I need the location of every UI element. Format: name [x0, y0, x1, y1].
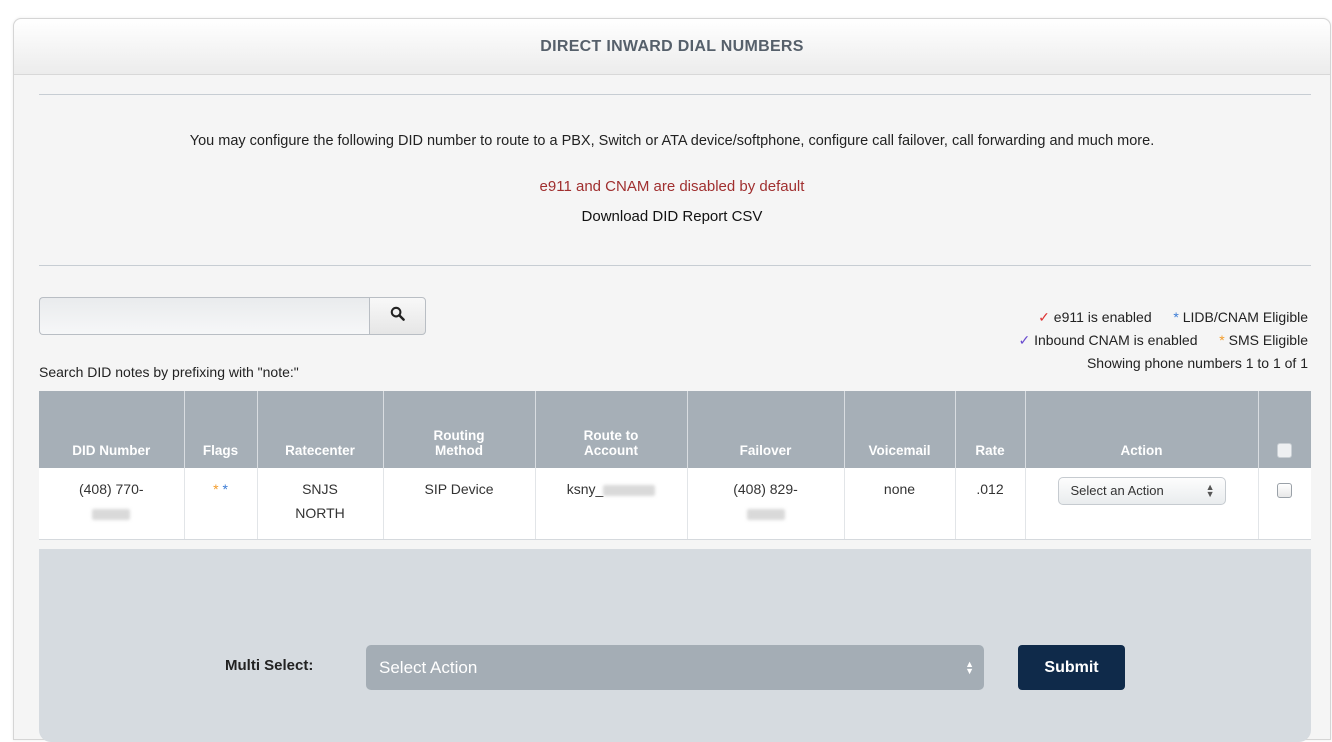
divider [39, 265, 1311, 266]
ratecenter-line-2: NORTH [295, 505, 345, 521]
col-flags[interactable]: Flags [183, 391, 257, 468]
showing-count: Showing phone numbers 1 to 1 of 1 [1086, 355, 1308, 371]
legend-e911: e911 is enabled [1053, 309, 1152, 325]
row-action-select[interactable]: Select an Action ▲ ▼ [1057, 477, 1226, 505]
failover-cell: (408) 829- [686, 468, 844, 540]
did-panel: DIRECT INWARD DIAL NUMBERS You may confi… [13, 18, 1331, 742]
route-account-cell: ksny_ [534, 468, 687, 540]
intro-text: You may configure the following DID numb… [189, 133, 1155, 149]
redacted-text [603, 484, 656, 496]
select-arrows-icon: ▲ ▼ [1205, 482, 1215, 499]
failover-number: (408) 829- [733, 481, 798, 497]
action-cell: Select an Action ▲ ▼ [1024, 468, 1258, 540]
sms-eligible-star-icon: * [213, 481, 219, 497]
col-select-all [1257, 391, 1311, 468]
lidb-eligible-star-icon: * [222, 481, 228, 497]
account-name: ksny_ [566, 481, 604, 497]
voicemail-cell: none [843, 468, 955, 540]
legend: ✓ e911 is enabled * LIDB/CNAM Eligible ✓… [1018, 306, 1308, 375]
submit-button[interactable]: Submit [1018, 645, 1125, 690]
legend-lidb: LIDB/CNAM Eligible [1182, 309, 1308, 325]
col-voicemail[interactable]: Voicemail [843, 391, 955, 468]
redacted-text [746, 508, 785, 520]
select-arrows-icon: ▲ ▼ [965, 658, 974, 676]
select-all-checkbox[interactable] [1277, 443, 1293, 458]
ratecenter-cell: SNJS NORTH [256, 468, 383, 540]
col-routing-label-1: Routing [433, 428, 485, 443]
red-check-icon: ✓ [1038, 309, 1050, 325]
purple-check-icon: ✓ [1018, 332, 1031, 348]
multi-select-label: Multi Select: [225, 657, 314, 674]
rate-cell: .012 [954, 468, 1025, 540]
did-table: DID Number Flags Ratecenter Routing Meth… [39, 391, 1311, 540]
table-row: (408) 770- * * SNJS NORTH SIP Device ksn… [39, 468, 1311, 540]
row-action-value: Select an Action [1070, 483, 1164, 498]
col-did-number[interactable]: DID Number [39, 391, 184, 468]
flags-cell: * * [183, 468, 257, 540]
search-input[interactable] [39, 297, 369, 335]
page-title: DIRECT INWARD DIAL NUMBERS [540, 37, 804, 55]
table-header-row: DID Number Flags Ratecenter Routing Meth… [39, 391, 1311, 468]
col-action: Action [1024, 391, 1258, 468]
col-route-label-2: Account [584, 443, 638, 458]
ratecenter-line-1: SNJS [302, 481, 338, 497]
panel-header: DIRECT INWARD DIAL NUMBERS [14, 19, 1330, 75]
download-csv-link[interactable]: Download DID Report CSV [14, 208, 1330, 225]
blue-star-icon: * [1173, 309, 1179, 325]
multi-select-dropdown[interactable]: Select Action ▲ ▼ [366, 645, 984, 690]
row-checkbox[interactable] [1277, 482, 1293, 498]
did-number-cell[interactable]: (408) 770- [39, 468, 184, 540]
row-checkbox-cell [1257, 468, 1311, 540]
col-rate[interactable]: Rate [954, 391, 1025, 468]
search-button[interactable] [369, 297, 426, 335]
multi-select-bar: Multi Select: Select Action ▲ ▼ Submit [39, 549, 1311, 742]
col-routing-label-2: Method [435, 443, 483, 458]
col-ratecenter[interactable]: Ratecenter [256, 391, 383, 468]
legend-inbound-cnam: Inbound CNAM is enabled [1034, 332, 1198, 348]
search-icon [390, 306, 405, 326]
multi-select-value: Select Action [379, 657, 478, 677]
routing-method-cell: SIP Device [382, 468, 535, 540]
col-failover[interactable]: Failover [686, 391, 844, 468]
col-route-to-account[interactable]: Route to Account [534, 391, 687, 468]
orange-star-icon: * [1219, 332, 1225, 348]
legend-sms: SMS Eligible [1228, 332, 1308, 348]
divider [39, 94, 1311, 95]
e911-cnam-notice: e911 and CNAM are disabled by default [539, 178, 805, 195]
col-route-label-1: Route to [583, 428, 639, 443]
did-number: (408) 770- [78, 481, 144, 497]
redacted-text [92, 508, 131, 520]
search-hint: Search DID notes by prefixing with "note… [39, 364, 299, 380]
col-routing-method[interactable]: Routing Method [382, 391, 535, 468]
